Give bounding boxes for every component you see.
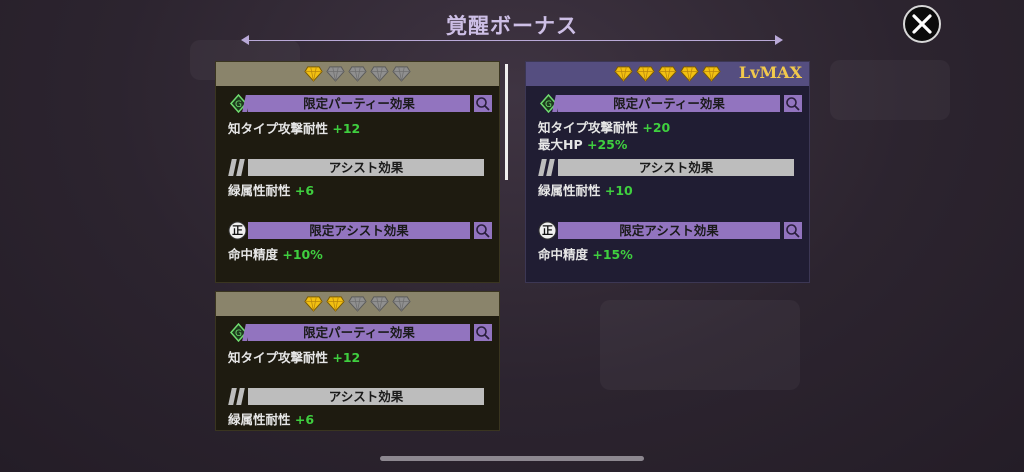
gem-empty-icon bbox=[392, 66, 411, 82]
magnify-icon[interactable] bbox=[784, 95, 802, 112]
effect-line: 命中精度 +10% bbox=[228, 244, 323, 263]
magnify-icon[interactable] bbox=[474, 222, 492, 239]
background-shape bbox=[600, 300, 800, 390]
effect-value: +25% bbox=[586, 137, 628, 152]
gem-filled-icon bbox=[326, 296, 345, 312]
magnify-icon[interactable] bbox=[474, 95, 492, 112]
magnify-icon[interactable] bbox=[784, 222, 802, 239]
background-shape bbox=[830, 60, 950, 120]
svg-text:G: G bbox=[545, 100, 552, 110]
effect-name: 緑属性耐性 bbox=[228, 183, 291, 198]
scroll-divider bbox=[505, 64, 508, 180]
effect-line: 最大HP +25% bbox=[538, 134, 627, 153]
bonus-card-2: G 限定パーティー効果 知タイプ攻撃耐性 +12 アシスト効果 緑属性耐性 +6 bbox=[215, 291, 500, 431]
level-max-label: LvMAX bbox=[738, 63, 802, 82]
assist-effect-bar: アシスト効果 bbox=[222, 388, 492, 405]
gem-filled-icon bbox=[702, 66, 721, 82]
rarity-gems bbox=[614, 64, 721, 84]
effect-line: 緑属性耐性 +6 bbox=[228, 409, 314, 428]
gem-empty-icon bbox=[392, 296, 411, 312]
effect-name: 知タイプ攻撃耐性 bbox=[228, 121, 329, 136]
bonus-card-1: G 限定パーティー効果 知タイプ攻撃耐性 +12 アシスト効果 緑属性耐性 +6… bbox=[215, 61, 500, 283]
effect-name: 最大HP bbox=[538, 137, 583, 152]
assist-effect-label: アシスト効果 bbox=[328, 389, 404, 404]
effect-value: +15% bbox=[592, 247, 633, 262]
assist-effect-label: アシスト効果 bbox=[638, 160, 714, 175]
effect-value: +12 bbox=[332, 350, 361, 365]
party-effect-bar: G 限定パーティー効果 bbox=[532, 94, 802, 113]
badge-label: 正 bbox=[232, 224, 243, 237]
party-effect-label: 限定パーティー効果 bbox=[303, 96, 415, 111]
effect-line: 緑属性耐性 +6 bbox=[228, 180, 314, 199]
svg-text:G: G bbox=[235, 100, 242, 110]
effect-line: 知タイプ攻撃耐性 +12 bbox=[228, 118, 360, 137]
card-header bbox=[216, 62, 499, 86]
card-header: LvMAX bbox=[526, 62, 809, 86]
gem-empty-icon bbox=[370, 66, 389, 82]
effect-name: 知タイプ攻撃耐性 bbox=[228, 350, 329, 365]
assist-effect-bar: アシスト効果 bbox=[532, 159, 802, 176]
effect-name: 緑属性耐性 bbox=[228, 412, 291, 427]
page-title: 覚醒ボーナス bbox=[446, 13, 578, 38]
limited-assist-bar: 正 限定アシスト効果 bbox=[532, 221, 802, 240]
limited-assist-label: 限定アシスト効果 bbox=[309, 223, 409, 238]
effect-value: +12 bbox=[332, 121, 361, 136]
effect-name: 命中精度 bbox=[538, 247, 589, 262]
effect-value: +6 bbox=[294, 412, 315, 427]
gem-empty-icon bbox=[326, 66, 345, 82]
gem-filled-icon bbox=[304, 296, 323, 312]
assist-effect-bar: アシスト効果 bbox=[222, 159, 492, 176]
limited-assist-bar: 正 限定アシスト効果 bbox=[222, 221, 492, 240]
card-header bbox=[216, 292, 499, 316]
home-indicator[interactable] bbox=[380, 456, 644, 461]
effect-name: 緑属性耐性 bbox=[538, 183, 601, 198]
gem-filled-icon bbox=[304, 66, 323, 82]
effect-name: 知タイプ攻撃耐性 bbox=[538, 120, 639, 135]
badge-label: 正 bbox=[542, 224, 553, 237]
title-underline bbox=[248, 40, 776, 41]
assist-effect-label: アシスト効果 bbox=[328, 160, 404, 175]
effect-line: 命中精度 +15% bbox=[538, 244, 633, 263]
bonus-card-max: LvMAX G 限定パーティー効果 知タイプ攻撃耐性 +20 最大HP +25%… bbox=[525, 61, 810, 283]
gem-filled-icon bbox=[636, 66, 655, 82]
effect-value: +10% bbox=[282, 247, 323, 262]
party-effect-bar: G 限定パーティー効果 bbox=[222, 94, 492, 113]
party-effect-label: 限定パーティー効果 bbox=[613, 96, 725, 111]
gem-filled-icon bbox=[658, 66, 677, 82]
effect-value: +10 bbox=[604, 183, 633, 198]
svg-text:G: G bbox=[235, 329, 242, 339]
gem-empty-icon bbox=[348, 296, 367, 312]
rarity-gems bbox=[304, 294, 411, 314]
effect-value: +6 bbox=[294, 183, 315, 198]
gem-filled-icon bbox=[680, 66, 699, 82]
gem-filled-icon bbox=[614, 66, 633, 82]
party-effect-label: 限定パーティー効果 bbox=[303, 325, 415, 340]
magnify-icon[interactable] bbox=[474, 324, 492, 341]
close-button[interactable] bbox=[903, 5, 941, 43]
effect-value: +20 bbox=[642, 120, 671, 135]
gem-empty-icon bbox=[348, 66, 367, 82]
effect-line: 知タイプ攻撃耐性 +12 bbox=[228, 347, 360, 366]
effect-name: 命中精度 bbox=[228, 247, 279, 262]
close-icon bbox=[912, 14, 932, 34]
effect-line: 緑属性耐性 +10 bbox=[538, 180, 633, 199]
arrow-right-icon bbox=[775, 35, 783, 45]
party-effect-bar: G 限定パーティー効果 bbox=[222, 323, 492, 342]
limited-assist-label: 限定アシスト効果 bbox=[619, 223, 719, 238]
rarity-gems bbox=[304, 64, 411, 84]
gem-empty-icon bbox=[370, 296, 389, 312]
